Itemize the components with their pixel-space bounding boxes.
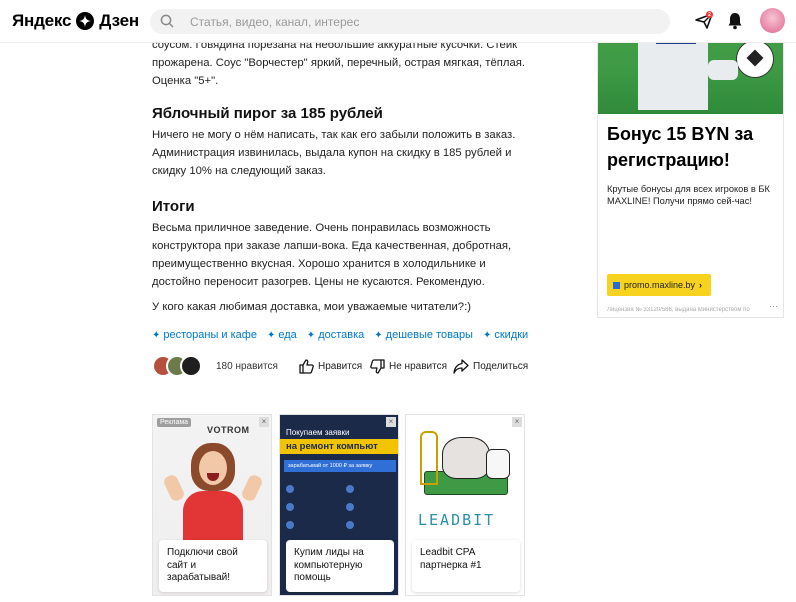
banner-line-3: зарабатывай от 1000 ₽ за заявку <box>284 460 396 472</box>
yandex-zen-logo[interactable]: Яндекс Дзен <box>12 10 139 32</box>
tag-list: ✦ рестораны и кафе ✦ еда ✦ доставка ✦ дешевы… <box>152 329 528 341</box>
feature-bullet-icon <box>346 521 354 529</box>
sparkle-icon: ✦ <box>152 329 161 341</box>
like-label: Нравится <box>318 360 363 372</box>
ad-caption: Подключи свой сайт и зарабатывай! <box>159 540 267 592</box>
leadbit-logo: LEADBIT <box>418 511 496 529</box>
woman-hand-left <box>162 473 186 503</box>
close-icon[interactable]: × <box>259 417 269 427</box>
logo-text-zen: Дзен <box>99 11 139 30</box>
ad-card-leadbit[interactable]: × LEADBIT Leadbit CPA партнерка #1 <box>405 414 525 596</box>
thumbs-up-icon <box>299 358 314 374</box>
ad-title: Бонус 15 BYN за регистрацию! <box>607 124 754 170</box>
thumbs-down-icon <box>370 358 385 374</box>
partial-line-2: прожарена. Соус "Ворчестер" яркий, переч… <box>152 57 525 69</box>
article-partial-paragraph: соусом. Говядина порезана на небольшие а… <box>152 36 530 90</box>
votrom-logo: VOTROM <box>207 425 250 435</box>
tag-item[interactable]: ✦ еда <box>267 329 297 341</box>
ad-card-votrom[interactable]: × Реклама VOTROM Подключи свой сайт и за… <box>152 414 272 596</box>
ad-link-label: promo.maxline.by <box>624 280 696 290</box>
notification-badge: 2 <box>706 11 713 18</box>
sparkle-icon: ✦ <box>374 329 383 341</box>
paragraph-apple-pie: Ничего не могу о нём написать, так как е… <box>152 129 516 177</box>
cat-on-bed-illustration <box>420 427 510 497</box>
liker-avatar <box>180 355 202 377</box>
like-button[interactable]: Нравится <box>299 356 362 376</box>
ad-license-text: Лицензия № 33120/586, выдана Министерств… <box>607 307 750 313</box>
side-ad-maxline[interactable]: Бонус 15 BYN за регистрацию! Крутые бону… <box>597 0 784 318</box>
likes-count: 180 нравится <box>216 360 278 372</box>
ad-label: Реклама <box>157 418 192 427</box>
close-icon[interactable]: × <box>512 417 522 427</box>
banner-line-2: на ремонт компьют <box>280 439 398 454</box>
soccer-ball-icon <box>736 40 774 78</box>
feature-bullet-icon <box>286 521 294 529</box>
tag-label: еда <box>278 329 297 341</box>
player-arm <box>708 60 738 80</box>
ad-caption: Leadbit CPA партнерка #1 <box>412 540 520 592</box>
top-header: Яндекс Дзен 2 <box>0 0 796 43</box>
close-icon[interactable]: × <box>386 417 396 427</box>
partial-line-3: Оценка "5+". <box>152 75 219 87</box>
ad-card-computer-repair[interactable]: × Покупаем заявки на ремонт компьют зара… <box>279 414 399 596</box>
woman-hand-right <box>240 473 264 503</box>
bell-icon[interactable] <box>727 12 743 35</box>
tag-item[interactable]: ✦ скидки <box>483 329 528 341</box>
dislike-button[interactable]: Не нравится <box>370 356 447 376</box>
dislike-label: Не нравится <box>389 360 447 372</box>
tag-label: доставка <box>318 329 365 341</box>
favicon-icon <box>613 281 620 289</box>
share-button[interactable]: Поделиться <box>453 356 528 376</box>
paragraph-summary: Весьма приличное заведение. Очень понрав… <box>152 222 512 288</box>
feature-bullet-icon <box>346 503 354 511</box>
more-dots-icon[interactable]: ⋯ <box>769 301 778 312</box>
sparkle-icon: ✦ <box>482 329 492 341</box>
ad-caption: Купим лиды на компьютерную помощь <box>286 540 394 592</box>
tag-item[interactable]: ✦ рестораны и кафе <box>152 329 257 341</box>
tag-label: рестораны и кафе <box>163 329 257 341</box>
search-input[interactable] <box>150 9 670 34</box>
woman-dress <box>183 491 243 547</box>
liked-by-avatars[interactable]: 180 нравится <box>152 355 278 377</box>
sparkle-icon: ✦ <box>306 329 316 341</box>
tag-label: дешевые товары <box>385 329 473 341</box>
share-label: Поделиться <box>473 360 529 372</box>
sparkle-icon: ✦ <box>266 329 276 341</box>
share-arrow-icon <box>453 358 469 374</box>
heading-summary: Итоги <box>152 198 195 215</box>
feature-bullet-icon <box>346 485 354 493</box>
user-avatar[interactable] <box>760 8 785 33</box>
tag-label: скидки <box>494 329 529 341</box>
tag-item[interactable]: ✦ дешевые товары <box>374 329 473 341</box>
ad-text: Крутые бонусы для всех игроков в БК MAXL… <box>607 184 770 206</box>
feature-bullet-icon <box>286 503 294 511</box>
zen-star-icon <box>76 12 95 30</box>
feature-bullet-icon <box>286 485 294 493</box>
logo-text-yandex: Яндекс <box>12 11 72 30</box>
search-icon <box>160 14 174 33</box>
chevron-right-icon: › <box>699 280 703 290</box>
question-line: У кого какая любимая доставка, мои уважа… <box>152 301 471 313</box>
ad-link-button[interactable]: promo.maxline.by › <box>607 274 711 296</box>
heading-apple-pie: Яблочный пирог за 185 рублей <box>152 105 383 122</box>
banner-line-1: Покупаем заявки <box>286 428 350 437</box>
tag-item[interactable]: ✦ доставка <box>307 329 364 341</box>
